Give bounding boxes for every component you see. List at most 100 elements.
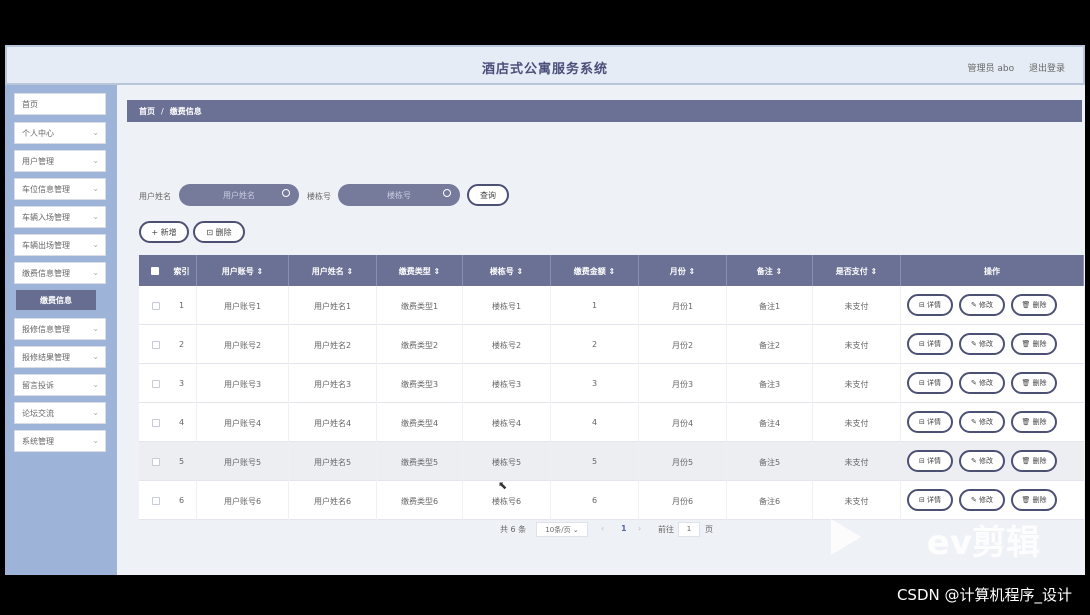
- column-header[interactable]: 楼栋号 ⇕: [463, 255, 551, 286]
- row-checkbox[interactable]: [152, 380, 160, 388]
- watermark-play-icon: [831, 519, 861, 555]
- row-checkbox[interactable]: [152, 341, 160, 349]
- sidebar-item[interactable]: 系统管理 ⌄: [14, 430, 106, 452]
- column-header[interactable]: 备注 ⇕: [727, 255, 813, 286]
- detail-button-label: 详情: [927, 340, 942, 348]
- table-cell-index: 3: [167, 364, 197, 403]
- batch-delete-button[interactable]: ⊡ 删除: [193, 221, 245, 243]
- table-cell-type: 缴费类型5: [377, 442, 463, 481]
- sidebar-subitem-active[interactable]: 缴费信息: [16, 290, 96, 310]
- table-cell-note: 备注6: [727, 481, 813, 520]
- sidebar-item[interactable]: 个人中心 ⌄: [14, 122, 106, 144]
- table-cell-name: 用户姓名6: [289, 481, 377, 520]
- sidebar-item-label: 论坛交流: [22, 409, 54, 418]
- sidebar-item[interactable]: 报修信息管理 ⌄: [14, 318, 106, 340]
- delete-button[interactable]: 🗑 删除: [1011, 489, 1057, 511]
- detail-button[interactable]: ⊟ 详情: [907, 450, 953, 472]
- edit-button[interactable]: ✎ 修改: [959, 489, 1005, 511]
- table-cell-type: 缴费类型6: [377, 481, 463, 520]
- sidebar-item[interactable]: 车辆入场管理 ⌄: [14, 206, 106, 228]
- building-search-input[interactable]: 楼栋号: [338, 184, 460, 206]
- detail-button[interactable]: ⊟ 详情: [907, 372, 953, 394]
- page-size-select[interactable]: 10条/页 ⌄: [536, 522, 588, 537]
- page-suffix: 页: [705, 525, 713, 534]
- table-cell-month: 月份2: [639, 325, 727, 364]
- user-name-placeholder: 用户姓名: [223, 191, 255, 200]
- row-checkbox[interactable]: [152, 302, 160, 310]
- row-checkbox[interactable]: [152, 458, 160, 466]
- delete-button[interactable]: 🗑 删除: [1011, 294, 1057, 316]
- add-button[interactable]: + 新增: [139, 221, 189, 243]
- edit-button[interactable]: ✎ 修改: [959, 450, 1005, 472]
- column-header[interactable]: 月份 ⇕: [639, 255, 727, 286]
- table-cell-amount: 6: [551, 481, 639, 520]
- column-header[interactable]: 缴费类型 ⇕: [377, 255, 463, 286]
- edit-button-label: 修改: [979, 340, 994, 348]
- column-header[interactable]: 是否支付 ⇕: [813, 255, 901, 286]
- table-cell-building: 楼栋号4: [463, 403, 551, 442]
- select-all-checkbox[interactable]: [151, 267, 159, 275]
- row-checkbox[interactable]: [152, 419, 160, 427]
- table-cell-index: 1: [167, 286, 197, 325]
- trash-icon: 🗑: [1021, 379, 1033, 387]
- edit-button[interactable]: ✎ 修改: [959, 411, 1005, 433]
- admin-label: 管理员 abo: [967, 64, 1015, 74]
- goto-page-input[interactable]: 1: [678, 522, 700, 537]
- sidebar-item[interactable]: 报修结果管理 ⌄: [14, 346, 106, 368]
- table-row: 1 用户账号1 用户姓名1 缴费类型1 楼栋号1 1 月份1 备注1 未支付 ⊟ 详情 ✎ 修改 🗑 …: [139, 286, 1084, 325]
- detail-button-label: 详情: [927, 301, 942, 309]
- search-icon: [282, 189, 290, 197]
- query-button[interactable]: 查询: [467, 184, 509, 206]
- user-name-label: 用户姓名: [139, 192, 171, 201]
- delete-button[interactable]: 🗑 删除: [1011, 372, 1057, 394]
- detail-button[interactable]: ⊟ 详情: [907, 333, 953, 355]
- edit-button[interactable]: ✎ 修改: [959, 294, 1005, 316]
- detail-button[interactable]: ⊟ 详情: [907, 411, 953, 433]
- row-checkbox[interactable]: [152, 497, 160, 505]
- breadcrumb-home[interactable]: 首页: [139, 107, 155, 116]
- search-icon: [443, 189, 451, 197]
- sidebar-item[interactable]: 留言投诉 ⌄: [14, 374, 106, 396]
- sidebar-item[interactable]: 首页: [14, 93, 106, 115]
- delete-button[interactable]: 🗑 删除: [1011, 450, 1057, 472]
- table-cell-note: 备注2: [727, 325, 813, 364]
- detail-button[interactable]: ⊟ 详情: [907, 294, 953, 316]
- column-header[interactable]: 缴费金额 ⇕: [551, 255, 639, 286]
- next-page-button[interactable]: ›: [638, 524, 641, 533]
- table-cell-amount: 4: [551, 403, 639, 442]
- table-cell-paid: 未支付: [813, 403, 901, 442]
- document-icon: ⊟: [918, 379, 928, 387]
- table-cell-month: 月份6: [639, 481, 727, 520]
- column-header[interactable]: 用户姓名 ⇕: [289, 255, 377, 286]
- column-header[interactable]: 用户账号 ⇕: [197, 255, 289, 286]
- user-name-search-input[interactable]: 用户姓名: [179, 184, 299, 206]
- table-cell-note: 备注1: [727, 286, 813, 325]
- detail-button[interactable]: ⊟ 详情: [907, 489, 953, 511]
- table-cell-name: 用户姓名5: [289, 442, 377, 481]
- trash-icon: ⊡: [206, 228, 216, 237]
- edit-button[interactable]: ✎ 修改: [959, 372, 1005, 394]
- delete-button[interactable]: 🗑 删除: [1011, 333, 1057, 355]
- sidebar-item[interactable]: 车位信息管理 ⌄: [14, 178, 106, 200]
- delete-button[interactable]: 🗑 删除: [1011, 411, 1057, 433]
- table-cell-paid: 未支付: [813, 325, 901, 364]
- table-cell-building: 楼栋号1: [463, 286, 551, 325]
- table-cell-month: 月份5: [639, 442, 727, 481]
- table-cell-name: 用户姓名2: [289, 325, 377, 364]
- trash-icon: 🗑: [1021, 496, 1033, 504]
- delete-button-label: 删除: [1032, 418, 1047, 426]
- sidebar: 首页个人中心 ⌄ 用户管理 ⌄ 车位信息管理 ⌄ 车辆入场管理 ⌄ 车辆出场管理 ⌄ 缴费信息管理 ⌄…: [5, 85, 117, 575]
- sidebar-item[interactable]: 车辆出场管理 ⌄: [14, 234, 106, 256]
- sidebar-item[interactable]: 用户管理 ⌄: [14, 150, 106, 172]
- table-cell-paid: 未支付: [813, 442, 901, 481]
- current-page[interactable]: 1: [621, 524, 627, 533]
- logout-link[interactable]: 退出登录: [1029, 64, 1065, 74]
- prev-page-button[interactable]: ‹: [601, 524, 604, 533]
- app-title: 酒店式公寓服务系统: [481, 62, 608, 77]
- table-cell-index: 6: [167, 481, 197, 520]
- document-icon: ⊟: [918, 340, 928, 348]
- table-cell-note: 备注5: [727, 442, 813, 481]
- sidebar-item[interactable]: 论坛交流 ⌄: [14, 402, 106, 424]
- edit-button[interactable]: ✎ 修改: [959, 333, 1005, 355]
- sidebar-item[interactable]: 缴费信息管理 ⌄: [14, 262, 106, 284]
